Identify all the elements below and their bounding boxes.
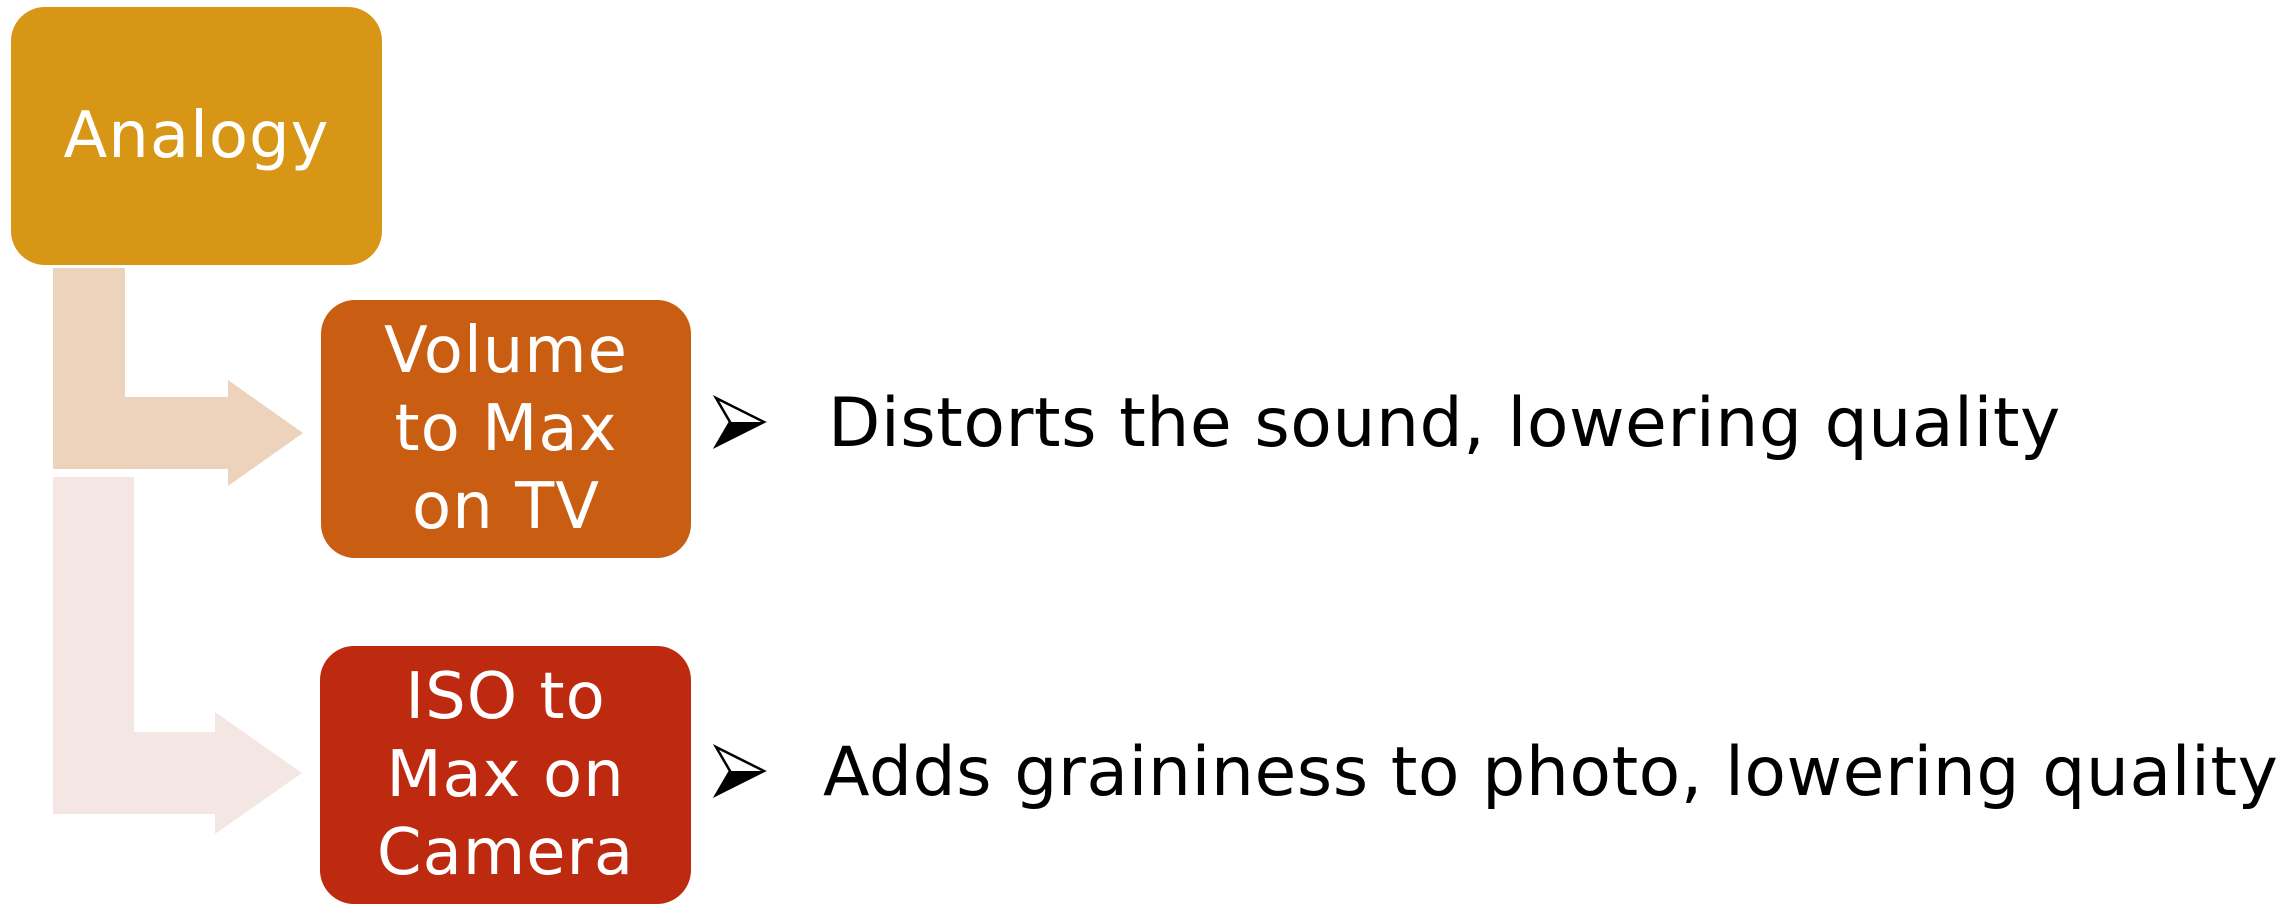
arrowhead-bullet-icon xyxy=(712,744,767,798)
connector-arrow-iso xyxy=(53,477,302,834)
child-node-volume: Volume to Max on TV xyxy=(321,300,691,558)
connector-arrow-volume xyxy=(53,268,303,486)
child-node-line: to Max xyxy=(394,392,618,466)
child-node-line: Camera xyxy=(376,816,635,890)
child-node-line: Max on xyxy=(386,738,625,812)
root-node-label: Analogy xyxy=(63,99,330,173)
description-iso: Adds graininess to photo, lowering quali… xyxy=(823,733,2279,812)
child-node-line: Volume xyxy=(383,314,629,388)
arrowhead-bullet-icon xyxy=(712,395,767,449)
child-node-line: ISO to xyxy=(405,660,606,734)
child-node-iso: ISO to Max on Camera xyxy=(320,646,691,904)
root-node-analogy: Analogy xyxy=(11,7,382,265)
description-volume: Distorts the sound, lowering quality xyxy=(828,384,2061,463)
child-node-line: on TV xyxy=(412,470,600,544)
